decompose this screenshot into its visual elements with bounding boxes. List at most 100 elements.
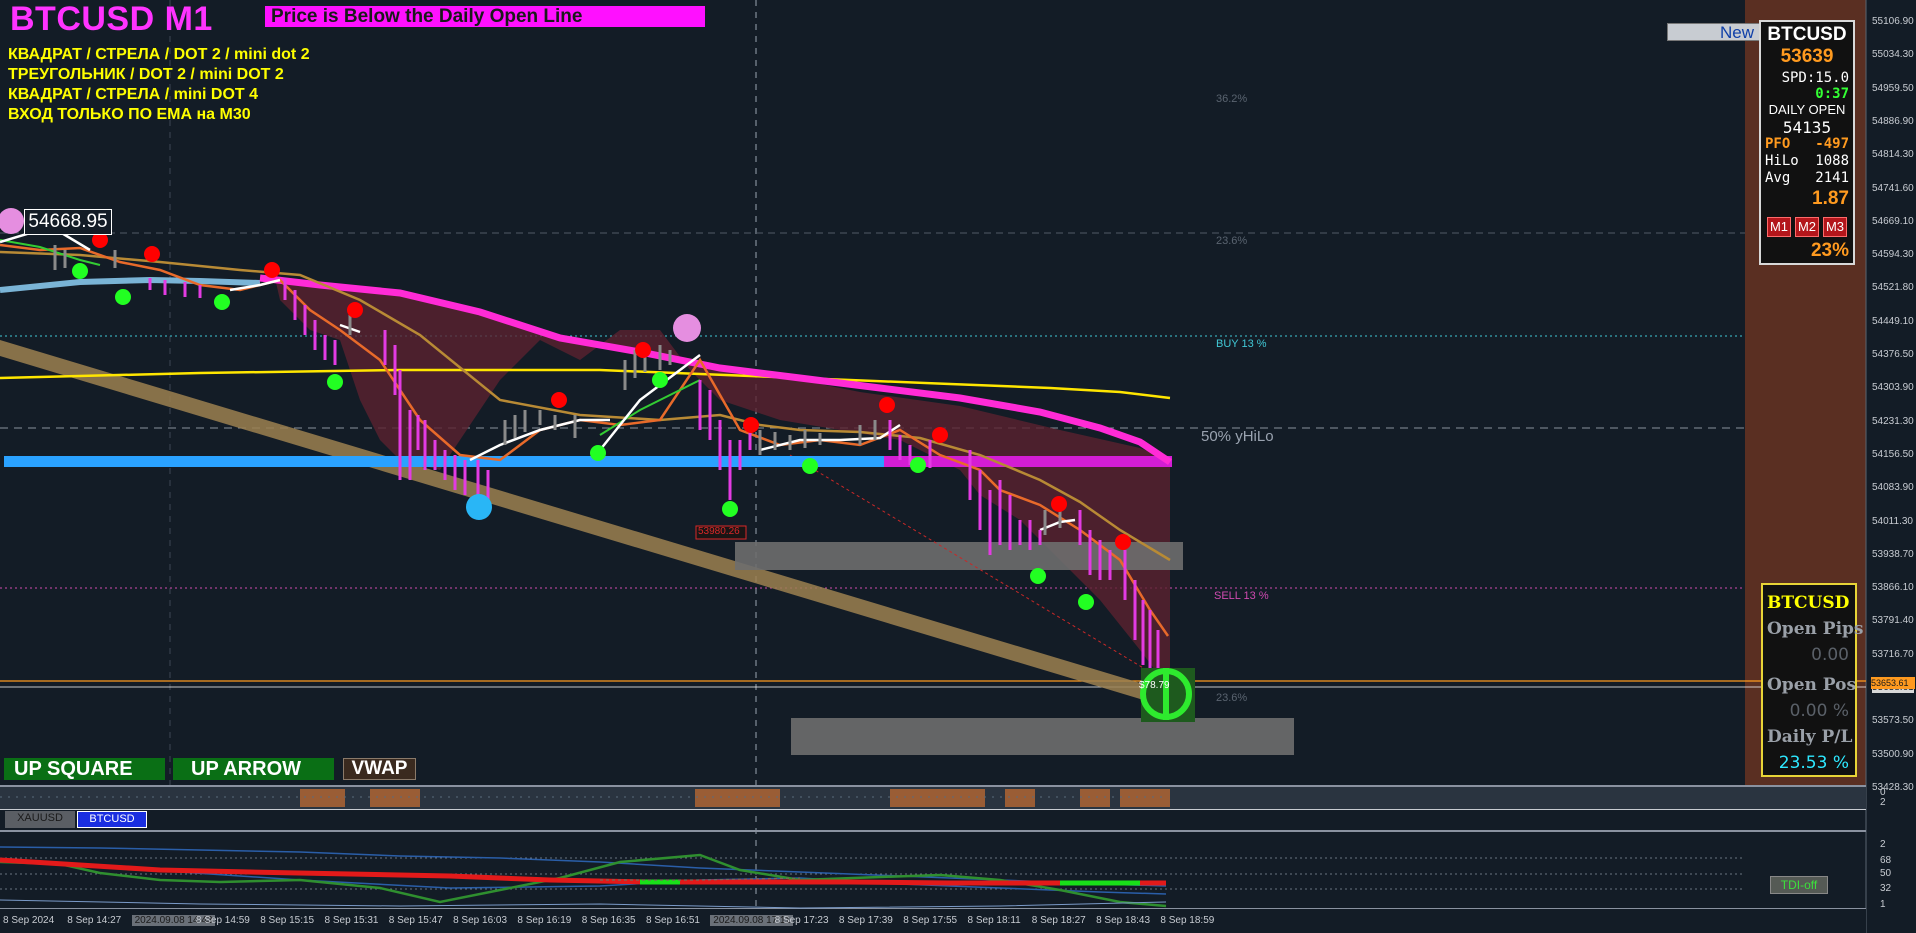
sell-dot-icon [743, 417, 759, 433]
big-buy-dot-icon [466, 494, 492, 520]
buy-dot-icon [652, 372, 668, 388]
time-axis-label: 8 Sep 18:11 [967, 915, 1021, 926]
low-marker-label: 53980.26 [698, 526, 740, 537]
price-axis-label: 54886.90 [1872, 115, 1914, 127]
sell-dot-icon [635, 342, 651, 358]
oscillator-axis-label: 32 [1880, 883, 1892, 894]
buy-dot-icon [910, 457, 926, 473]
tf-m1-button[interactable]: M1 [1767, 217, 1791, 237]
oscillator-axis-label: 2 [1880, 839, 1886, 850]
info-pfo: -497 [1815, 136, 1849, 152]
big-sell-dot-icon [673, 314, 701, 342]
info-percent: 23% [1810, 240, 1849, 261]
sell-dot-icon [1115, 534, 1131, 550]
price-axis-label: 53716.70 [1872, 648, 1914, 660]
strategy-line-1: КВАДРАТ / СТРЕЛА / DOT 2 / mini dot 2 [8, 46, 310, 63]
sell-dot-icon [347, 302, 363, 318]
tab-btcusd[interactable]: BTCUSD [77, 811, 147, 828]
chart-canvas[interactable] [0, 0, 1916, 933]
price-axis-label: 54083.90 [1872, 482, 1914, 494]
pl-daily-pl: 23.53 % [1778, 753, 1849, 773]
pl-open-pos-label: Open Pos [1767, 675, 1857, 695]
price-axis-label: 54594.30 [1872, 249, 1914, 261]
pl-open-pips: 0.00 [1811, 645, 1849, 665]
hilo-label: 50% yHiLo [1201, 428, 1274, 445]
fib-label-buy: BUY 13 % [1216, 338, 1267, 350]
fib-label-top: 36.2% [1216, 93, 1248, 105]
time-axis-label: 8 Sep 2024 [3, 915, 55, 926]
sell-dot-icon [1051, 496, 1067, 512]
time-axis-label: 8 Sep 17:39 [838, 915, 893, 926]
price-axis-label: 53428.30 [1872, 781, 1914, 793]
price-axis-label: 54669.10 [1872, 215, 1914, 227]
time-axis-label: 8 Sep 15:31 [324, 915, 379, 926]
info-ratio: 1.87 [1812, 188, 1849, 209]
info-symbol: BTCUSD [1767, 24, 1847, 45]
price-axis-label: 55106.90 [1872, 16, 1914, 27]
pl-open-pos: 0.00 % [1789, 701, 1849, 721]
time-axis-label: 8 Sep 14:59 [195, 915, 250, 926]
oscillator-axis-label: 1 [1880, 899, 1886, 910]
time-axis-label: 8 Sep 18:27 [1031, 915, 1086, 926]
price-axis-label: 54156.50 [1872, 448, 1914, 460]
time-axis-label: 8 Sep 15:47 [388, 915, 443, 926]
symbol-title: BTCUSD M1 [10, 0, 213, 38]
price-axis-label: 53866.10 [1872, 582, 1914, 594]
price-axis-label: 53938.70 [1872, 548, 1914, 560]
pl-daily-pl-label: Daily P/L [1767, 727, 1853, 747]
strategy-line-4: ВХОД ТОЛЬКО ПО ЕМА на М30 [8, 106, 251, 123]
oscillator-axis-label: 50 [1880, 868, 1892, 879]
info-price: 53639 [1780, 46, 1834, 67]
sell-dot-icon [551, 392, 567, 408]
info-hilo-label: HiLo [1765, 153, 1799, 169]
info-panel: BTCUSD 53639 SPD:15.0 0:37 DAILY OPEN 54… [1759, 20, 1855, 265]
fib-label-sell: SELL 13 % [1214, 590, 1269, 602]
pl-panel: BTCUSD Open Pips 0.00 Open Pos 0.00 % Da… [1761, 583, 1864, 777]
vwap-button[interactable]: VWAP [343, 758, 416, 780]
sell-dot-icon [879, 397, 895, 413]
price-axis-label: 53573.50 [1872, 715, 1914, 727]
price-axis-label: 54449.10 [1872, 315, 1914, 327]
oscillator-panel [0, 846, 1745, 909]
info-hilo: 1088 [1815, 153, 1849, 169]
pl-open-pips-label: Open Pips [1767, 619, 1864, 639]
info-daily-open: 54135 [1782, 118, 1832, 137]
up-square-button[interactable]: UP SQUARE [4, 758, 165, 780]
info-timer: 0:37 [1815, 86, 1849, 102]
price-axis-label: 54521.80 [1872, 282, 1914, 294]
info-avg: 2141 [1815, 170, 1849, 186]
big-sell-dot-icon [0, 208, 24, 234]
time-axis-label: 8 Sep 16:19 [517, 915, 572, 926]
signal-label: $78.79 [1139, 680, 1170, 691]
price-axis-label: 53500.90 [1872, 748, 1914, 760]
price-axis-label: 54376.50 [1872, 349, 1914, 360]
tdi-off-button[interactable]: TDI-off [1770, 876, 1828, 894]
tf-m2-button[interactable]: M2 [1795, 217, 1819, 237]
price-axis-label: 54011.30 [1872, 515, 1913, 527]
buy-dot-icon [214, 294, 230, 310]
sell-dot-icon [144, 246, 160, 262]
pl-symbol: BTCUSD [1767, 593, 1850, 613]
trading-chart-window: BTCUSD M1 Price is Below the Daily Open … [0, 0, 1916, 933]
bid-price-tag: 53653.61 [1871, 677, 1915, 689]
tf-m3-button[interactable]: M3 [1823, 217, 1847, 237]
time-axis-label: 8 Sep 17:55 [903, 915, 958, 926]
price-axis-label: 54814.30 [1872, 149, 1914, 161]
up-arrow-button[interactable]: UP ARROW [173, 758, 334, 780]
buy-dot-icon [1078, 594, 1094, 610]
time-axis-label: 8 Sep 18:43 [1096, 915, 1151, 926]
buy-dot-icon [590, 445, 606, 461]
new-button[interactable]: New [1667, 23, 1763, 41]
strategy-line-2: ТРЕУГОЛЬНИК / DOT 2 / mini DOT 2 [8, 66, 284, 83]
time-axis-label: 8 Sep 14:27 [67, 915, 122, 926]
buy-dot-icon [802, 458, 818, 474]
buy-dot-icon [72, 263, 88, 279]
time-axis-label: 8 Sep 18:59 [1160, 915, 1215, 926]
price-axis-label: 54959.50 [1872, 82, 1914, 94]
tab-xauusd[interactable]: XAUUSD [5, 811, 75, 828]
trend-channel [0, 340, 1160, 705]
volume-axis-label: 2 [1880, 797, 1886, 808]
price-tag: 54668.95 [24, 209, 112, 235]
fib-label-second: 23.6% [1216, 235, 1248, 247]
buy-dot-icon [722, 501, 738, 517]
